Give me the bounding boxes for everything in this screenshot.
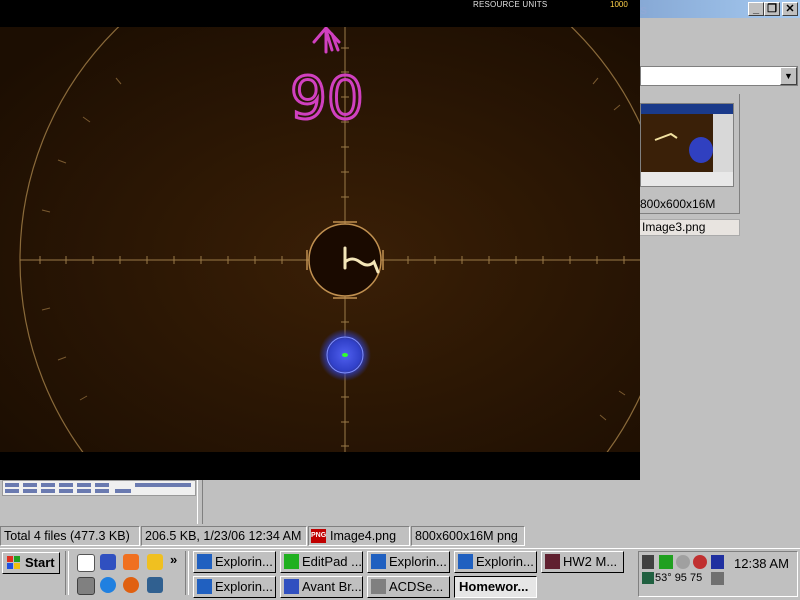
status-selected-info: 206.5 KB, 1/23/06 12:34 AM xyxy=(141,526,307,546)
task-button[interactable]: Avant Br... xyxy=(280,576,363,598)
resource-units-value: 1000 xyxy=(610,0,628,9)
explorer-icon xyxy=(458,554,473,569)
explorer-icon xyxy=(371,554,386,569)
hw2-icon xyxy=(545,554,560,569)
antivirus-icon[interactable] xyxy=(693,555,707,569)
sync-icon[interactable] xyxy=(676,555,690,569)
task-button[interactable]: Explorin... xyxy=(454,551,537,573)
temperature-readout: 53° 95 75 xyxy=(655,572,703,584)
chevron-down-icon[interactable]: ▼ xyxy=(780,67,797,85)
status-filename-panel: PNG Image4.png xyxy=(308,526,410,546)
task-button[interactable]: Explorin... xyxy=(193,576,276,598)
thumbnail-image[interactable] xyxy=(640,103,734,187)
task-label: Explorin... xyxy=(389,554,447,569)
minimize-button[interactable]: _ xyxy=(748,2,764,16)
ie-icon[interactable] xyxy=(100,577,116,593)
task-label: EditPad ... xyxy=(302,554,362,569)
task-button-active[interactable]: Homewor... xyxy=(454,576,537,598)
explorer-icon xyxy=(197,579,212,594)
acdsee-icon xyxy=(371,579,386,594)
calculator-icon[interactable] xyxy=(77,577,95,595)
status-image-info: 800x600x16M png xyxy=(411,526,525,546)
start-button[interactable]: Start xyxy=(2,552,60,574)
clock[interactable]: 12:38 AM xyxy=(734,556,789,571)
browser-icon[interactable] xyxy=(100,554,116,570)
window-title: s xyxy=(640,2,648,17)
blip-core-icon[interactable] xyxy=(342,353,348,357)
task-label: Avant Br... xyxy=(302,579,362,594)
task-button[interactable]: EditPad ... xyxy=(280,551,363,573)
status-total: Total 4 files (477.3 KB) xyxy=(0,526,140,546)
avant-icon xyxy=(284,579,299,594)
aim-icon[interactable] xyxy=(147,554,163,570)
path-combobox[interactable] xyxy=(640,66,798,86)
task-label: ACDSe... xyxy=(389,579,444,594)
task-label: Explorin... xyxy=(476,554,534,569)
task-label: Explorin... xyxy=(215,554,273,569)
volume-icon[interactable] xyxy=(642,555,654,569)
thumbnail-dimensions: 800x600x16M xyxy=(640,197,716,211)
windows-logo-icon xyxy=(7,556,20,569)
task-label: HW2 M... xyxy=(563,554,618,569)
paint-icon[interactable] xyxy=(123,554,139,570)
task-button[interactable]: HW2 M... xyxy=(541,551,624,573)
close-button[interactable]: ✕ xyxy=(782,2,798,16)
task-label: Explorin... xyxy=(215,579,273,594)
tool-icon[interactable] xyxy=(711,572,724,585)
monitor-tray-icon[interactable] xyxy=(642,572,654,584)
start-label: Start xyxy=(25,555,55,570)
edit-icon[interactable] xyxy=(77,554,95,572)
status-filename: Image4.png xyxy=(330,529,397,543)
task-button[interactable]: ACDSe... xyxy=(367,576,450,598)
editpad-icon xyxy=(284,554,299,569)
firefox-icon[interactable] xyxy=(123,577,139,593)
network-icon[interactable] xyxy=(659,555,673,569)
taskbar-separator xyxy=(185,551,189,595)
more-chevron-icon[interactable]: » xyxy=(170,552,177,567)
sensors-manager-view[interactable]: 90 xyxy=(0,27,640,452)
heading-annotation: 90 xyxy=(290,64,364,132)
restore-button[interactable]: ❐ xyxy=(764,2,780,16)
mini-preview[interactable] xyxy=(2,480,196,496)
game-bottom-bar xyxy=(0,452,640,480)
png-icon: PNG xyxy=(311,529,326,543)
task-button[interactable]: Explorin... xyxy=(193,551,276,573)
task-button[interactable]: Explorin... xyxy=(367,551,450,573)
task-label: Homewor... xyxy=(459,579,529,594)
taskbar-separator xyxy=(65,551,69,595)
pane-splitter[interactable] xyxy=(197,478,203,524)
explorer-icon xyxy=(197,554,212,569)
shield-icon[interactable] xyxy=(711,555,724,569)
resource-units-label: RESOURCE UNITS xyxy=(473,0,548,9)
thumbnail-filename[interactable]: Image3.png xyxy=(638,219,740,236)
monitor-icon[interactable] xyxy=(147,577,163,593)
